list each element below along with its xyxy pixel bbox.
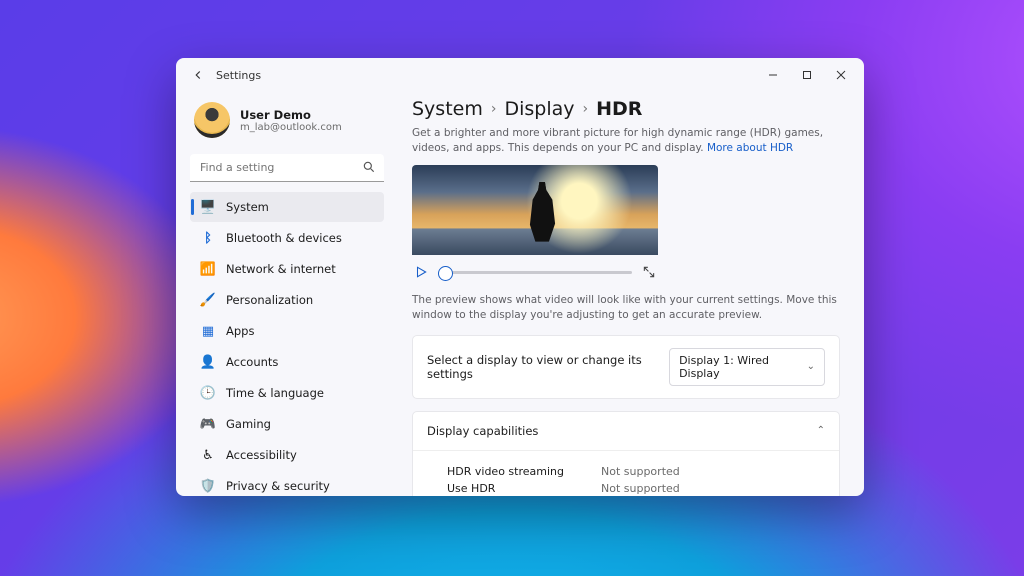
user-email: m_lab@outlook.com bbox=[240, 122, 342, 133]
display-capabilities-card: Display capabilities ⌃ HDR video streami… bbox=[412, 411, 840, 496]
shield-icon: 🛡️ bbox=[200, 478, 216, 494]
sidebar-item-label: Gaming bbox=[226, 417, 271, 431]
sidebar-item-system[interactable]: 🖥️ System bbox=[190, 192, 384, 222]
chevron-up-icon: ⌃ bbox=[817, 425, 825, 436]
display-selector-label: Select a display to view or change its s… bbox=[427, 353, 669, 381]
search-icon bbox=[362, 160, 376, 174]
preview-note: The preview shows what video will look l… bbox=[412, 293, 840, 322]
apps-icon: ▦ bbox=[200, 323, 216, 339]
breadcrumb-system[interactable]: System bbox=[412, 98, 483, 120]
profile-block[interactable]: User Demo m_lab@outlook.com bbox=[190, 98, 384, 152]
gaming-icon: 🎮 bbox=[200, 416, 216, 432]
chevron-right-icon: › bbox=[583, 101, 589, 117]
sidebar-item-label: Accounts bbox=[226, 355, 278, 369]
page-description: Get a brighter and more vibrant picture … bbox=[412, 126, 840, 155]
sidebar-item-label: Bluetooth & devices bbox=[226, 231, 342, 245]
accounts-icon: 👤 bbox=[200, 354, 216, 370]
wifi-icon: 📶 bbox=[200, 261, 216, 277]
sidebar-item-time-language[interactable]: 🕒 Time & language bbox=[190, 378, 384, 408]
clock-icon: 🕒 bbox=[200, 385, 216, 401]
preview-slider[interactable] bbox=[438, 271, 632, 274]
preview-figure bbox=[525, 182, 559, 242]
capability-row: HDR video streaming Not supported bbox=[447, 465, 825, 478]
expand-button[interactable] bbox=[642, 265, 656, 279]
accessibility-icon: ♿ bbox=[200, 447, 216, 463]
sidebar-item-label: System bbox=[226, 200, 269, 214]
chevron-right-icon: › bbox=[491, 101, 497, 117]
display-selector-dropdown[interactable]: Display 1: Wired Display ⌄ bbox=[669, 348, 825, 386]
maximize-button[interactable] bbox=[790, 61, 824, 89]
bluetooth-icon: ᛒ bbox=[200, 230, 216, 246]
minimize-button[interactable] bbox=[756, 61, 790, 89]
nav-list: 🖥️ System ᛒ Bluetooth & devices 📶 Networ… bbox=[190, 192, 384, 496]
capability-value: Not supported bbox=[601, 482, 680, 495]
capabilities-title: Display capabilities bbox=[427, 424, 538, 438]
capability-key: Use HDR bbox=[447, 482, 577, 495]
sidebar: User Demo m_lab@outlook.com 🖥️ System bbox=[176, 92, 394, 496]
search-input[interactable] bbox=[190, 154, 384, 182]
titlebar: Settings bbox=[176, 58, 864, 92]
sidebar-item-label: Apps bbox=[226, 324, 254, 338]
desktop-wallpaper: Settings User Demo m_lab@o bbox=[0, 0, 1024, 576]
display-selector-value: Display 1: Wired Display bbox=[679, 354, 801, 380]
settings-window: Settings User Demo m_lab@o bbox=[176, 58, 864, 496]
sidebar-item-apps[interactable]: ▦ Apps bbox=[190, 316, 384, 346]
main-content: System › Display › HDR Get a brighter an… bbox=[394, 92, 864, 496]
avatar bbox=[194, 102, 230, 138]
breadcrumb: System › Display › HDR bbox=[412, 98, 840, 120]
capability-value: Not supported bbox=[601, 465, 680, 478]
sidebar-item-accounts[interactable]: 👤 Accounts bbox=[190, 347, 384, 377]
back-button[interactable] bbox=[186, 63, 210, 87]
more-about-hdr-link[interactable]: More about HDR bbox=[707, 142, 793, 154]
capabilities-header[interactable]: Display capabilities ⌃ bbox=[413, 412, 839, 450]
sidebar-item-label: Personalization bbox=[226, 293, 313, 307]
preview-thumbnail bbox=[412, 165, 658, 255]
sidebar-item-accessibility[interactable]: ♿ Accessibility bbox=[190, 440, 384, 470]
capability-row: Use HDR Not supported bbox=[447, 482, 825, 495]
display-selector-card: Select a display to view or change its s… bbox=[412, 335, 840, 399]
window-title: Settings bbox=[216, 69, 261, 82]
system-icon: 🖥️ bbox=[200, 199, 216, 215]
sidebar-item-label: Privacy & security bbox=[226, 479, 330, 493]
capabilities-body: HDR video streaming Not supported Use HD… bbox=[413, 450, 839, 496]
user-name: User Demo bbox=[240, 108, 342, 122]
capability-key: HDR video streaming bbox=[447, 465, 577, 478]
sidebar-item-label: Time & language bbox=[226, 386, 324, 400]
sidebar-item-label: Accessibility bbox=[226, 448, 297, 462]
sidebar-item-privacy[interactable]: 🛡️ Privacy & security bbox=[190, 471, 384, 496]
sidebar-item-personalization[interactable]: 🖌️ Personalization bbox=[190, 285, 384, 315]
sidebar-item-gaming[interactable]: 🎮 Gaming bbox=[190, 409, 384, 439]
sidebar-item-bluetooth[interactable]: ᛒ Bluetooth & devices bbox=[190, 223, 384, 253]
breadcrumb-current: HDR bbox=[596, 98, 642, 120]
search-box[interactable] bbox=[190, 154, 384, 182]
sidebar-item-network[interactable]: 📶 Network & internet bbox=[190, 254, 384, 284]
breadcrumb-display[interactable]: Display bbox=[504, 98, 574, 120]
play-button[interactable] bbox=[414, 265, 428, 279]
hdr-preview bbox=[412, 165, 658, 283]
close-button[interactable] bbox=[824, 61, 858, 89]
sidebar-item-label: Network & internet bbox=[226, 262, 336, 276]
chevron-down-icon: ⌄ bbox=[807, 361, 815, 372]
brush-icon: 🖌️ bbox=[200, 292, 216, 308]
